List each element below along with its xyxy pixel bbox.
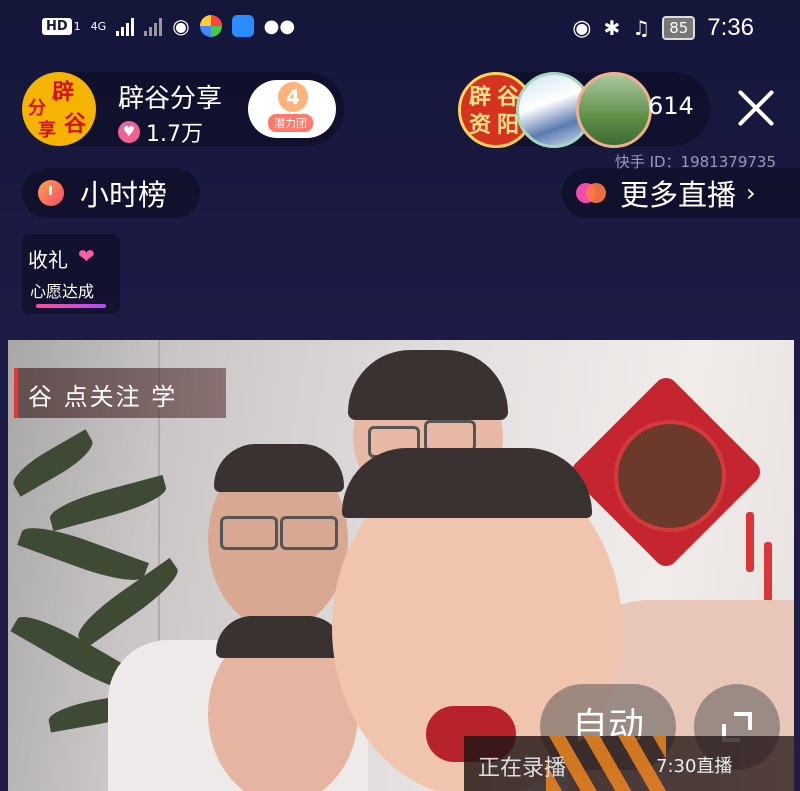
app-icon <box>199 15 222 37</box>
fan-group-badge[interactable]: 4 潜力团 <box>248 80 336 138</box>
host-avatar-char: 享 <box>38 120 56 141</box>
glasses <box>220 516 278 550</box>
hearts-icon: ❤ <box>78 244 95 268</box>
more-live-label: 更多直播 <box>620 178 737 212</box>
status-right: ◉ ✱ ♫ 85 7:36 <box>572 14 754 42</box>
replay-status-bar: 正在录播 7:30直播 <box>464 736 794 791</box>
mute-bell-icon: ♫ <box>632 16 651 40</box>
signal-2-icon <box>144 16 163 36</box>
sim-label: 1 <box>73 19 81 33</box>
wechat-icon: ●● <box>263 15 296 37</box>
clock-icon <box>38 180 64 206</box>
follow-banner: 谷 点关注 学 <box>14 368 226 418</box>
host-avatar[interactable]: 辟 谷 分 享 <box>22 72 96 146</box>
eye-icon: ◉ <box>572 15 592 41</box>
plant <box>46 474 170 532</box>
host-card[interactable]: 辟 谷 分 享 辟谷分享 ♥ 1.7万 4 潜力团 <box>22 72 344 148</box>
bluetooth-icon: ✱ <box>603 16 621 40</box>
follow-banner-text: 谷 点关注 学 <box>28 383 178 411</box>
person-small-child-hair <box>216 616 344 658</box>
badge-label: 潜力团 <box>268 114 313 132</box>
host-avatar-char: 谷 <box>64 111 87 137</box>
plant <box>8 429 99 497</box>
hd-icon: HD <box>42 17 72 35</box>
heart-icon: ♥ <box>118 121 140 143</box>
plant <box>17 518 149 590</box>
person-man-hair <box>214 444 344 492</box>
signal-icon <box>116 16 135 36</box>
status-bar: HD 1 4G ◉ ●● ◉ ✱ ♫ 85 7:36 <box>0 0 800 60</box>
person-boy-hair <box>342 448 592 518</box>
live-time-label: 7:30直播 <box>656 756 733 777</box>
live-video[interactable]: 谷 点关注 学 <box>8 340 794 791</box>
likes-count: 1.7万 <box>146 122 203 147</box>
battery-icon: 85 <box>662 16 696 40</box>
status-left: HD 1 4G ◉ ●● <box>42 14 295 38</box>
gift-wish-title: 收礼 <box>28 248 68 272</box>
recording-label: 正在录播 <box>478 756 567 781</box>
host-avatar-char: 辟 <box>52 79 75 105</box>
gift-wish-widget[interactable]: 收礼 ❤ 心愿达成 <box>22 234 120 314</box>
gift-wish-subtitle: 心愿达成 <box>30 282 95 301</box>
more-live-button[interactable]: 更多直播 › <box>562 168 800 218</box>
hour-rank-label: 小时榜 <box>80 178 168 212</box>
viewer-avatar[interactable] <box>576 72 652 148</box>
network-label: 4G <box>90 19 107 33</box>
viewer-list[interactable]: 辟 谷 资 阳 614 <box>458 72 710 148</box>
wifi-icon: ◉ <box>172 14 190 38</box>
viewer-count[interactable]: 614 <box>648 92 694 120</box>
host-likes: ♥ 1.7万 <box>118 116 203 148</box>
wish-progress-bar <box>36 304 106 308</box>
chevron-right-icon: › <box>746 179 756 207</box>
badge-level: 4 <box>278 82 308 112</box>
person-woman-hair <box>348 350 508 420</box>
host-name: 辟谷分享 <box>118 84 223 114</box>
browser-icon <box>231 15 254 37</box>
close-icon[interactable] <box>734 86 778 130</box>
viewer-avatar-char: 资 <box>469 112 492 138</box>
hour-rank-button[interactable]: 小时榜 <box>22 168 200 218</box>
live-dots-icon <box>576 183 606 203</box>
clock-time: 7:36 <box>707 14 754 41</box>
glasses <box>280 516 338 550</box>
